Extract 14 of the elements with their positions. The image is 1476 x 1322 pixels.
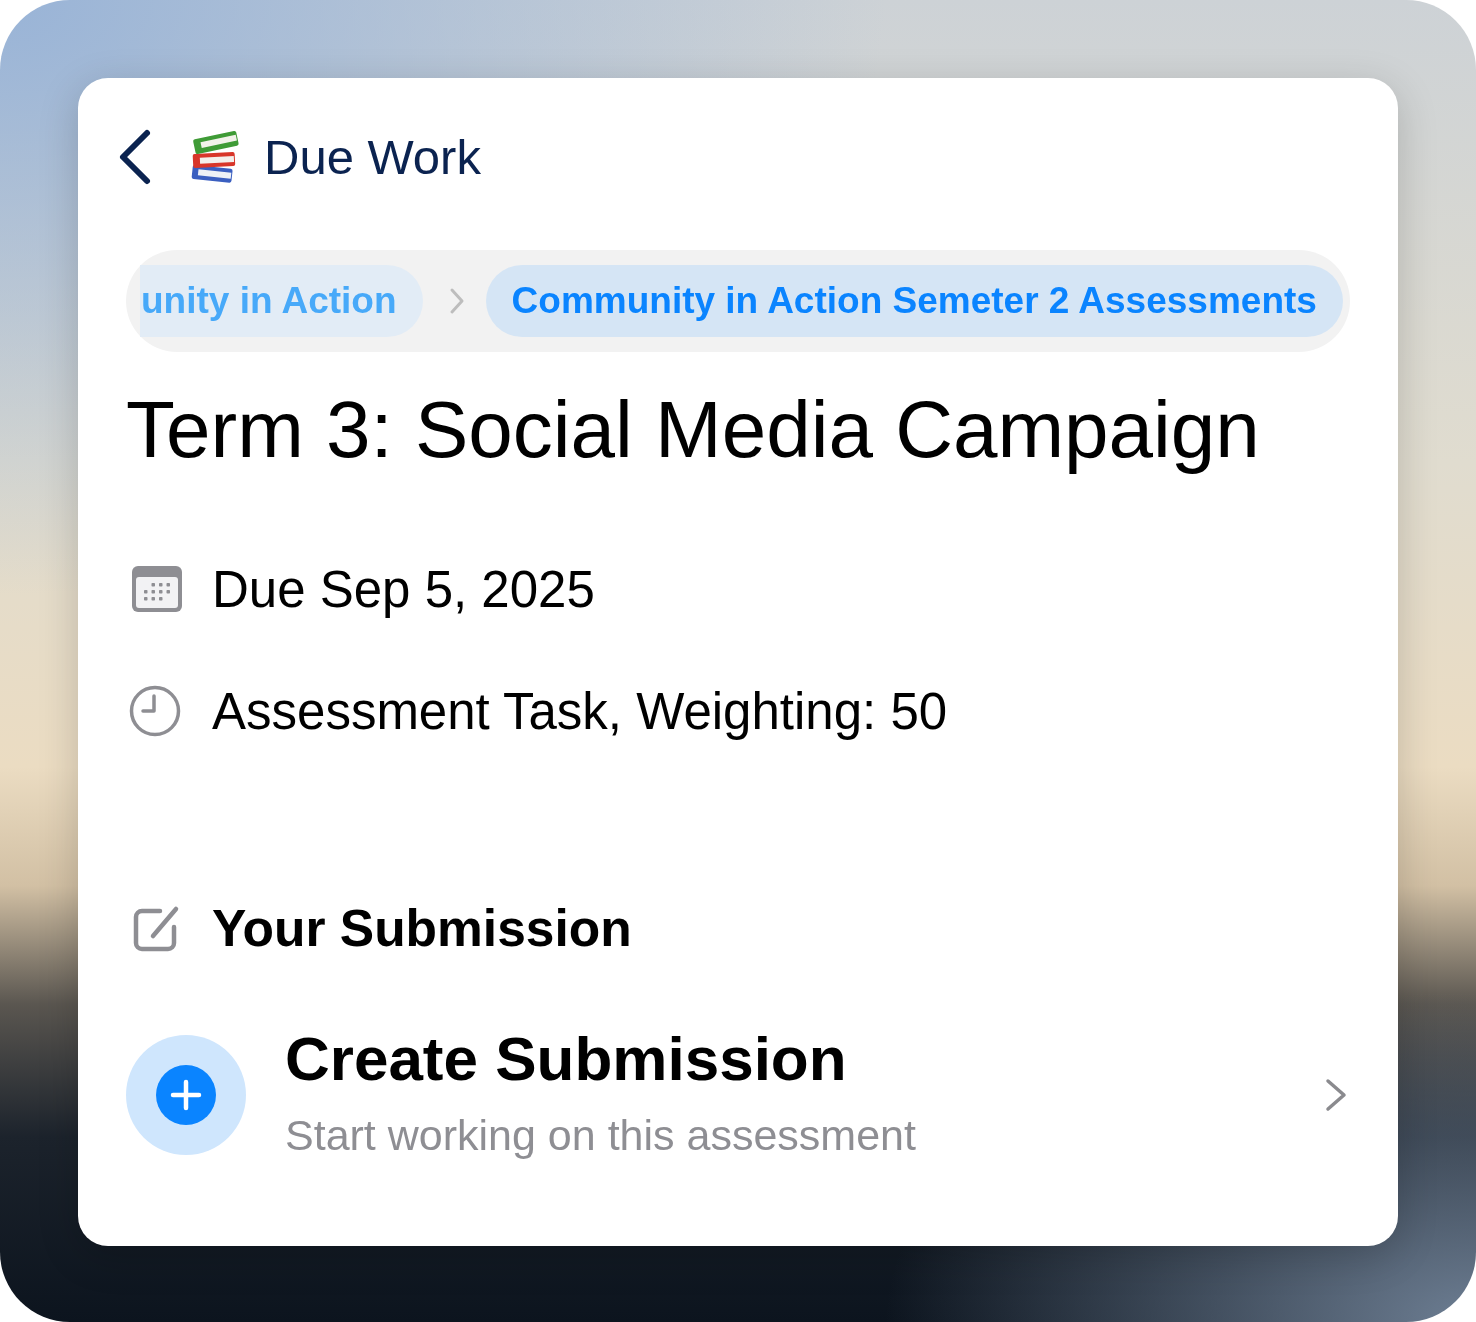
detail-text: Assessment Task, Weighting: 50 [212,681,948,741]
chevron-right-icon [448,287,465,315]
chevron-right-icon[interactable] [1325,1078,1347,1112]
breadcrumb-item[interactable]: unity in Action [140,265,423,337]
breadcrumb-item[interactable]: Community in Action Semeter 2 Assessments [485,265,1343,337]
detail-text: Due Sep 5, 2025 [212,559,595,619]
assignment-title: Term 3: Social Media Campaign [126,384,1261,476]
action-subtitle: Start working on this assessment [285,1110,916,1160]
section-heading: Your Submission [212,898,632,958]
clock-icon [129,685,181,737]
plus-icon[interactable] [126,1035,246,1155]
page-title: Due Work [264,129,481,186]
calendar-icon [132,566,182,612]
create-submission-link[interactable]: Create Submission [285,1024,847,1094]
